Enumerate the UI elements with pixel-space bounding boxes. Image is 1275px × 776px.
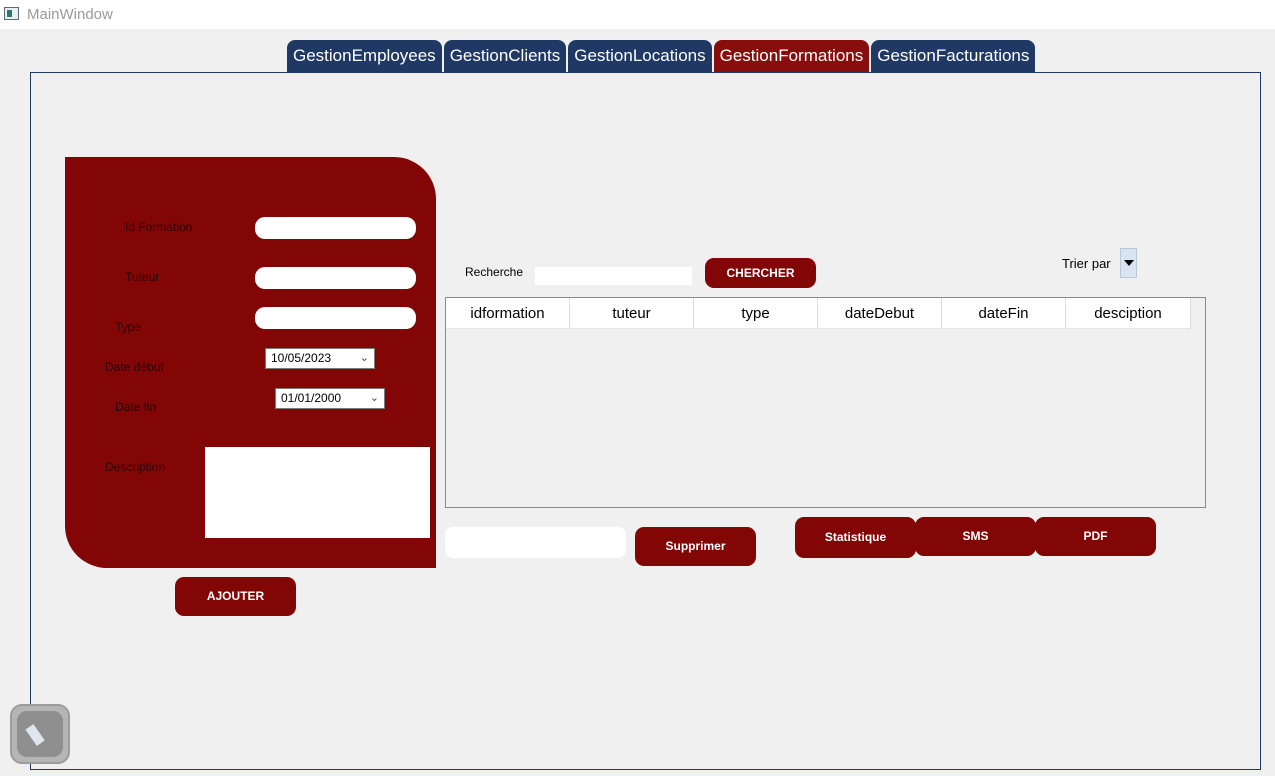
title-bar: MainWindow	[0, 0, 1275, 29]
supprimer-button[interactable]: Supprimer	[635, 527, 756, 566]
column-header-desciption[interactable]: desciption	[1066, 298, 1191, 329]
pdf-button[interactable]: PDF	[1035, 517, 1156, 556]
id-formation-label: Id Formation	[125, 220, 193, 234]
column-header-idformation[interactable]: idformation	[446, 298, 570, 329]
tab-gestion-employees[interactable]: GestionEmployees	[287, 40, 442, 72]
trier-par-combo[interactable]	[1120, 248, 1137, 278]
tab-gestion-locations[interactable]: GestionLocations	[568, 40, 712, 72]
date-fin-picker[interactable]: 01/01/2000 ⌄	[275, 388, 385, 409]
recherche-input[interactable]	[535, 267, 692, 285]
tuteur-input[interactable]	[255, 267, 416, 289]
chevron-down-icon: ⌄	[359, 352, 369, 364]
type-label: Type	[115, 320, 142, 334]
tuteur-label: Tuteur	[125, 270, 160, 284]
description-label: Description	[105, 460, 166, 474]
date-debut-picker[interactable]: 10/05/2023 ⌄	[265, 348, 375, 369]
window-title: MainWindow	[27, 6, 113, 23]
floating-tool-widget[interactable]: ▮	[10, 704, 70, 764]
column-header-type[interactable]: type	[694, 298, 818, 329]
tab-gestion-formations[interactable]: GestionFormations	[713, 40, 870, 72]
chercher-button[interactable]: CHERCHER	[705, 258, 816, 288]
trier-par-label: Trier par	[1062, 256, 1111, 271]
recherche-label: Recherche	[465, 265, 524, 279]
triangle-down-icon	[1124, 260, 1134, 266]
column-header-datedebut[interactable]: dateDebut	[818, 298, 942, 329]
app-window-icon	[4, 7, 19, 20]
table-header: idformation tuteur type dateDebut dateFi…	[446, 298, 1191, 329]
chevron-down-icon: ⌄	[369, 392, 379, 404]
sms-button[interactable]: SMS	[915, 517, 1036, 556]
date-fin-value: 01/01/2000	[281, 391, 342, 405]
column-header-datefin[interactable]: dateFin	[942, 298, 1066, 329]
ajouter-button[interactable]: AJOUTER	[175, 577, 296, 616]
tab-bar: GestionEmployees GestionClients GestionL…	[287, 40, 1037, 72]
delete-id-input[interactable]	[445, 527, 626, 558]
description-textarea[interactable]	[205, 447, 430, 538]
type-input[interactable]	[255, 307, 416, 329]
tab-gestion-facturations[interactable]: GestionFacturations	[871, 40, 1036, 72]
tab-gestion-clients[interactable]: GestionClients	[443, 40, 567, 72]
id-formation-input[interactable]	[255, 217, 416, 239]
date-fin-label: Date fin	[115, 400, 157, 414]
statistique-button[interactable]: Statistique	[795, 517, 916, 558]
formations-table[interactable]: idformation tuteur type dateDebut dateFi…	[445, 297, 1206, 508]
column-header-tuteur[interactable]: tuteur	[570, 298, 694, 329]
date-debut-label: Date début	[105, 360, 164, 374]
date-debut-value: 10/05/2023	[271, 351, 332, 365]
